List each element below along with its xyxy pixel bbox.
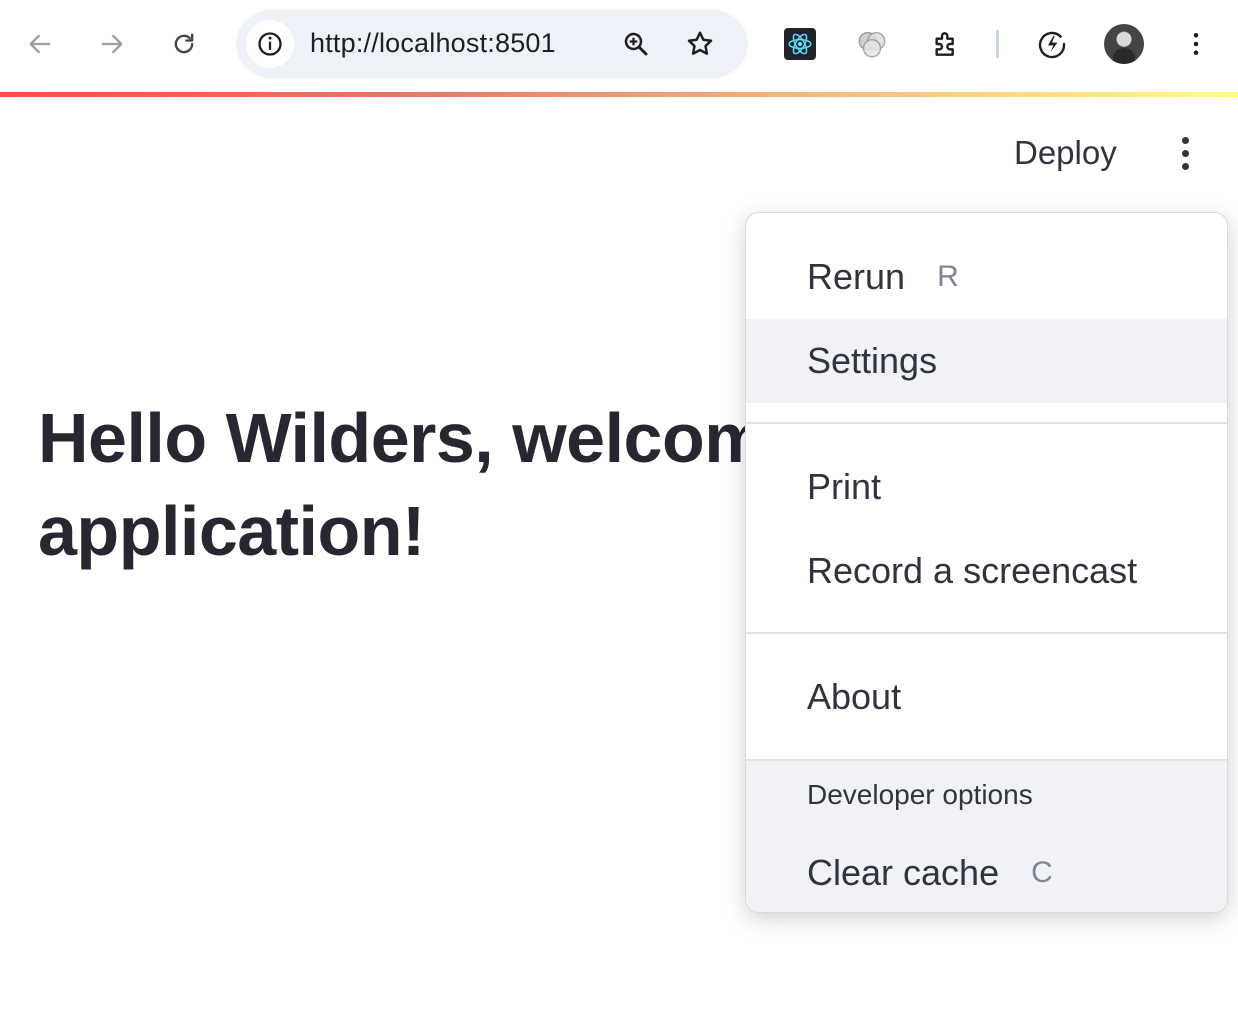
react-devtools-icon[interactable]	[784, 28, 816, 60]
bookmark-star-icon[interactable]	[678, 24, 722, 64]
url-text[interactable]: http://localhost:8501	[310, 28, 556, 59]
toolbar-separator	[996, 30, 999, 58]
main-menu-icon[interactable]	[1164, 130, 1206, 176]
deploy-button[interactable]: Deploy	[1000, 128, 1131, 178]
address-bar[interactable]: http://localhost:8501	[236, 10, 748, 78]
profile-avatar[interactable]	[1104, 24, 1144, 64]
menu-item-print[interactable]: Print	[746, 445, 1227, 529]
menu-divider	[746, 632, 1227, 634]
rerun-shortcut: R	[937, 260, 959, 293]
speed-icon[interactable]	[1030, 24, 1074, 64]
extension-icon[interactable]	[854, 26, 890, 62]
page-title-line-2: application!	[38, 492, 425, 570]
app-decoration-bar	[0, 92, 1238, 97]
menu-item-rerun[interactable]: Rerun R	[746, 235, 1227, 319]
menu-item-clear-cache[interactable]: Clear cache C	[746, 831, 1227, 912]
menu-item-about[interactable]: About	[746, 655, 1227, 739]
site-info-icon[interactable]	[246, 20, 294, 68]
menu-item-record-label: Record a screencast	[807, 550, 1138, 591]
menu-item-clear-cache-label: Clear cache	[807, 852, 1000, 893]
back-arrow-icon[interactable]	[18, 24, 62, 64]
developer-options-label: Developer options	[807, 779, 1033, 810]
clear-cache-shortcut: C	[1031, 856, 1053, 889]
zoom-icon[interactable]	[614, 24, 658, 64]
menu-item-print-label: Print	[807, 466, 882, 507]
developer-options-section: Developer options Clear cache C	[746, 759, 1227, 912]
browser-menu-icon[interactable]	[1176, 24, 1216, 64]
menu-item-rerun-label: Rerun	[807, 256, 906, 297]
menu-item-record-screencast[interactable]: Record a screencast	[746, 529, 1227, 613]
main-menu-dropdown: Rerun R Settings Print Record a screenca…	[745, 212, 1228, 913]
menu-divider	[746, 422, 1227, 424]
menu-item-about-label: About	[807, 676, 902, 717]
menu-item-settings[interactable]: Settings	[746, 319, 1227, 403]
forward-arrow-icon[interactable]	[90, 24, 134, 64]
browser-toolbar: http://localhost:8501	[0, 0, 1238, 92]
puzzle-extensions-icon[interactable]	[924, 24, 968, 64]
reload-icon[interactable]	[162, 24, 206, 64]
menu-item-settings-label: Settings	[807, 340, 938, 381]
